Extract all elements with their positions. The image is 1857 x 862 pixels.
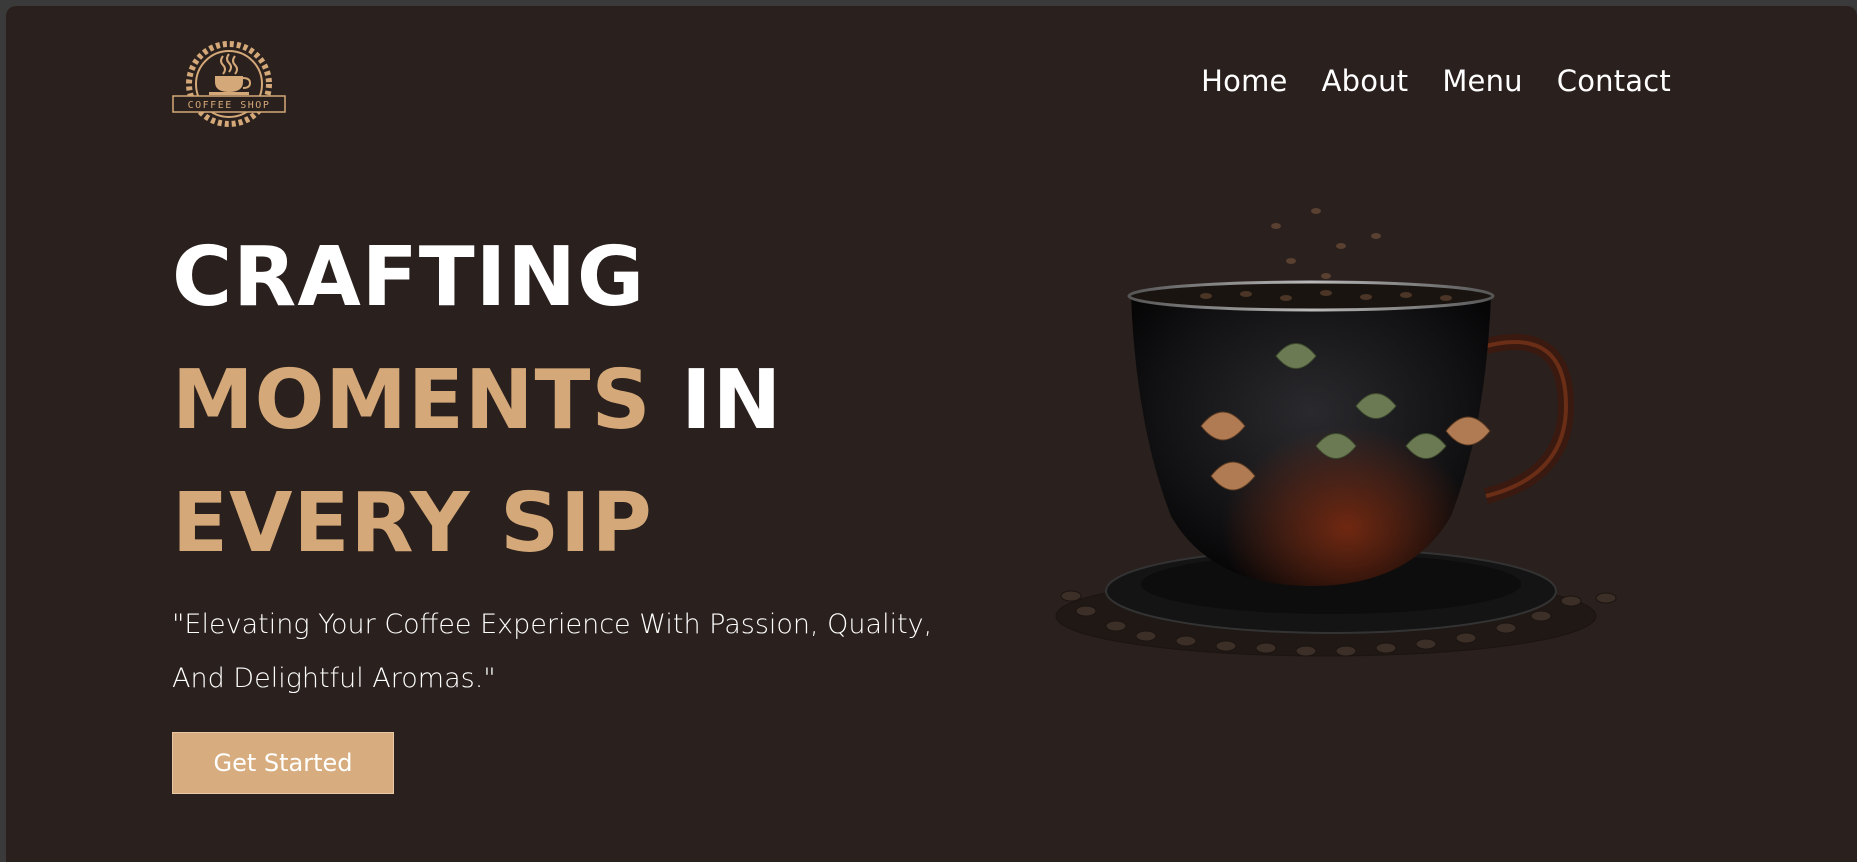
coffee-cup-svg — [1055, 208, 1617, 657]
coffee-shop-logo-icon[interactable]: COFFEE SHOP — [171, 34, 287, 134]
logo-svg: COFFEE SHOP — [172, 41, 286, 127]
nav-home[interactable]: Home — [1201, 64, 1287, 98]
hero-title-white-word: IN — [681, 353, 783, 448]
nav-about[interactable]: About — [1322, 64, 1409, 98]
hero-title-line-3: EVERY SIP — [172, 476, 653, 571]
main-nav: Home About Menu Contact — [1201, 64, 1671, 98]
hero-subtitle: "Elevating Your Coffee Experience With P… — [172, 609, 933, 694]
nav-contact[interactable]: Contact — [1557, 64, 1671, 98]
coffee-cup-illustration — [1026, 196, 1626, 696]
hero-title-accent-word: MOMENTS — [172, 353, 652, 448]
page-frame: COFFEE SHOP Home About Menu Contact CRAF… — [6, 6, 1857, 862]
hero-title-line-2: MOMENTS IN — [172, 339, 782, 462]
logo-text: COFFEE SHOP — [188, 100, 271, 111]
nav-menu[interactable]: Menu — [1442, 64, 1522, 98]
hero-title: CRAFTING MOMENTS IN EVERY SIP — [172, 216, 782, 585]
get-started-button[interactable]: Get Started — [172, 732, 394, 794]
hero-title-line-1: CRAFTING — [172, 230, 646, 325]
